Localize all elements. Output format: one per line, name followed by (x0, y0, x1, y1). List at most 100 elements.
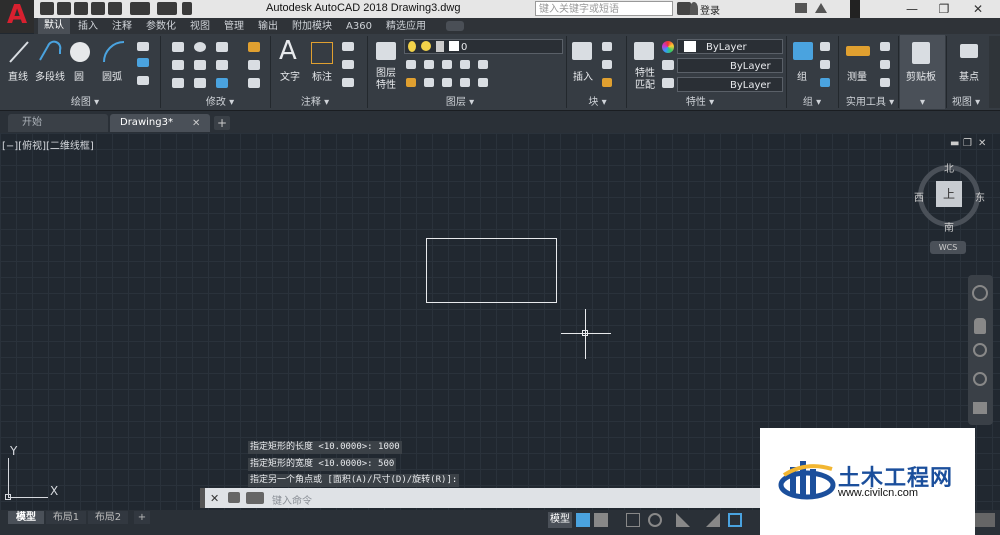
viewport-restore-icon[interactable]: ❐ (963, 138, 972, 149)
hatch-tool-icon[interactable] (137, 58, 149, 67)
panel-layer-label[interactable]: 图层 ▾ (430, 96, 490, 110)
fillet-icon[interactable] (216, 60, 228, 70)
dimension-tool[interactable]: 标注 (312, 68, 332, 83)
polyline-tool[interactable]: 多段线 (35, 68, 65, 83)
group-select-icon[interactable] (820, 78, 830, 87)
offset-icon[interactable] (248, 78, 260, 88)
calculator-icon[interactable] (880, 78, 890, 87)
panel-draw-label[interactable]: 绘图 ▾ (40, 96, 130, 110)
customization-icon[interactable] (975, 513, 995, 527)
linear-dim-icon[interactable] (342, 42, 354, 51)
layer-tool-icon[interactable] (478, 78, 488, 87)
tab-manage[interactable]: 管理 (224, 19, 244, 34)
scale-icon[interactable] (194, 78, 206, 88)
minimize-button[interactable]: — (900, 1, 924, 17)
lineweight-dropdown[interactable]: ByLayer (677, 58, 783, 73)
erase-icon[interactable] (248, 42, 260, 52)
explode-icon[interactable] (248, 60, 260, 70)
drawn-rectangle[interactable] (426, 238, 557, 303)
command-input[interactable]: 键入命令 (272, 492, 312, 507)
snap-toggle-icon[interactable] (594, 513, 608, 527)
ungroup-icon[interactable] (820, 42, 830, 51)
quick-select-icon[interactable] (880, 42, 890, 51)
edit-block-icon[interactable] (602, 60, 612, 69)
customize-command-icon[interactable] (228, 492, 240, 503)
match-properties-tool[interactable]: 特性 匹配 (635, 68, 655, 92)
redo-icon[interactable] (157, 2, 177, 15)
layout-tab-2[interactable]: 布局2 (88, 511, 128, 524)
new-tab-button[interactable]: + (214, 116, 230, 130)
search-input[interactable]: 键入关键字或短语 (535, 1, 673, 16)
add-layout-button[interactable]: + (134, 511, 150, 524)
quick-access-dropdown-icon[interactable] (182, 2, 192, 15)
doc-tab-start[interactable]: 开始 (8, 114, 108, 132)
tab-a360[interactable]: A360 (346, 19, 372, 34)
block-attribute-icon[interactable] (602, 78, 612, 87)
grid-toggle-icon[interactable] (576, 513, 590, 527)
layer-tool-icon[interactable] (406, 78, 416, 87)
close-command-icon[interactable]: ✕ (210, 492, 219, 505)
tab-addins[interactable]: 附加模块 (292, 19, 332, 34)
cart-icon[interactable] (795, 3, 807, 13)
ribbon-scroll[interactable] (989, 36, 1000, 108)
panel-annotation-label[interactable]: 注释 ▾ (285, 96, 345, 110)
leader-icon[interactable] (342, 60, 354, 69)
linetype-dropdown[interactable]: ByLayer (677, 77, 783, 92)
viewport-controls[interactable]: [−][俯视][二维线框] (2, 137, 94, 152)
polar-tracking-icon[interactable] (648, 513, 662, 527)
panel-utilities-label[interactable]: 实用工具 ▾ (840, 96, 900, 110)
move-icon[interactable] (172, 42, 184, 52)
circle-tool[interactable]: 圆 (74, 68, 84, 83)
plot-icon[interactable] (108, 2, 122, 15)
tab-output[interactable]: 输出 (258, 19, 278, 34)
layer-tool-icon[interactable] (478, 60, 488, 69)
group-tool[interactable]: 组 (797, 68, 807, 83)
panel-view-label[interactable]: 视图 ▾ (946, 96, 986, 110)
wcs-menu[interactable]: WCS (930, 241, 966, 254)
steering-wheel-icon[interactable] (972, 285, 988, 301)
layer-tool-icon[interactable] (406, 60, 416, 69)
trim-icon[interactable] (216, 42, 228, 52)
new-file-icon[interactable] (40, 2, 54, 15)
viewport-minimize-icon[interactable]: ▬ (950, 138, 959, 149)
save-icon[interactable] (74, 2, 88, 15)
app-logo[interactable]: A (0, 0, 34, 33)
restore-button[interactable]: ❐ (932, 1, 956, 17)
close-tab-icon[interactable]: ✕ (192, 118, 200, 129)
group-edit-icon[interactable] (820, 60, 830, 69)
layer-tool-icon[interactable] (442, 78, 452, 87)
rectangle-tool-icon[interactable] (137, 42, 149, 51)
tab-annotate[interactable]: 注释 (112, 19, 132, 34)
viewcube-west[interactable]: 西 (914, 189, 924, 204)
viewcube-top-face[interactable]: 上 (936, 181, 962, 207)
gradient-tool-icon[interactable] (137, 76, 149, 85)
command-line-grip[interactable] (200, 488, 205, 508)
layer-tool-icon[interactable] (460, 78, 470, 87)
ortho-toggle-icon[interactable] (626, 513, 640, 527)
copy-icon[interactable] (172, 60, 184, 70)
insert-block-tool[interactable]: 插入 (573, 68, 593, 83)
object-snap-icon[interactable] (728, 513, 742, 527)
clipboard-tool[interactable]: 剪贴板 (906, 68, 936, 83)
tab-parametric[interactable]: 参数化 (146, 19, 176, 34)
tab-view[interactable]: 视图 (190, 19, 210, 34)
model-space-button[interactable]: 模型 (548, 512, 572, 528)
table-icon[interactable] (342, 78, 354, 87)
viewport-close-icon[interactable]: ✕ (978, 138, 986, 149)
showmotion-icon[interactable] (973, 402, 987, 414)
mirror-icon[interactable] (194, 60, 206, 70)
layer-tool-icon[interactable] (442, 60, 452, 69)
stretch-icon[interactable] (172, 78, 184, 88)
layer-properties-tool[interactable]: 图层 特性 (376, 68, 396, 92)
ribbon-toggle-icon[interactable] (446, 21, 464, 31)
binoculars-icon[interactable] (677, 2, 691, 15)
array-icon[interactable] (216, 78, 228, 88)
panel-properties-label[interactable]: 特性 ▾ (670, 96, 730, 110)
login-button[interactable]: 登录 (700, 2, 720, 17)
save-as-icon[interactable] (91, 2, 105, 15)
viewcube-south[interactable]: 南 (944, 219, 954, 234)
viewcube-north[interactable]: 北 (944, 160, 954, 175)
layer-tool-icon[interactable] (424, 60, 434, 69)
orbit-icon[interactable] (973, 372, 987, 386)
text-tool[interactable]: 文字 (280, 68, 300, 83)
